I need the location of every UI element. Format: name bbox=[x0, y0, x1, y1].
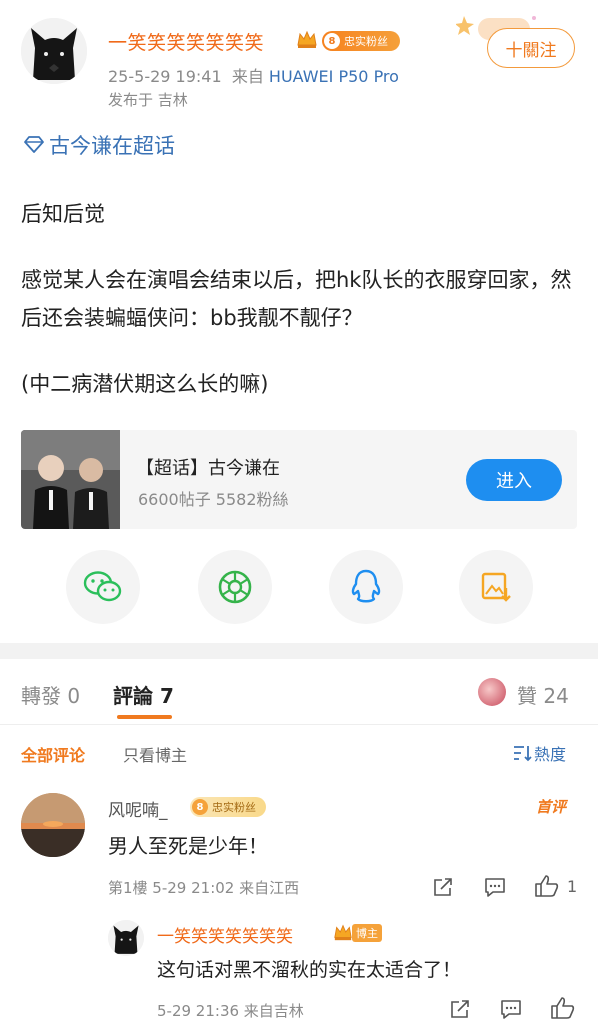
reply-author-name[interactable]: 一笑笑笑笑笑笑笑 bbox=[157, 922, 293, 947]
comment-like-count: 1 bbox=[567, 877, 578, 896]
comment-icon bbox=[501, 1000, 521, 1019]
section-separator bbox=[0, 643, 598, 659]
qq-icon bbox=[351, 569, 381, 603]
share-wechat-button[interactable] bbox=[66, 550, 140, 624]
topic-tag-label: 古今谦在超话 bbox=[49, 134, 175, 158]
reply-comment-button[interactable] bbox=[498, 996, 524, 1022]
reply-like-button[interactable] bbox=[550, 995, 576, 1021]
interaction-tabs: 轉發 0 評論 7 贊 24 bbox=[0, 659, 598, 725]
reply-text: 这句话对黑不溜秋的实在太适合了！ bbox=[157, 959, 462, 981]
thumbs-up-icon bbox=[535, 875, 559, 897]
liker-avatar[interactable] bbox=[478, 678, 506, 706]
crown-icon bbox=[297, 30, 317, 48]
share-out-icon bbox=[451, 1000, 469, 1018]
follow-button[interactable]: 十關注 bbox=[487, 28, 575, 68]
fan-badge[interactable]: 8 忠实粉丝 bbox=[322, 31, 400, 51]
topic-card-title: 【超话】古今谦在 bbox=[136, 458, 280, 479]
post-header: 一笑笑笑笑笑笑笑 8 忠实粉丝 25-5-29 19:41 来自 HUAWEI … bbox=[0, 0, 598, 118]
reply-share-button[interactable] bbox=[447, 996, 473, 1022]
sort-button[interactable]: 熱度 bbox=[512, 741, 566, 765]
enter-button[interactable]: 进入 bbox=[466, 459, 562, 501]
share-row bbox=[66, 550, 536, 624]
moments-icon bbox=[218, 570, 252, 604]
share-out-icon bbox=[434, 878, 452, 896]
fan-badge-label: 忠实粉丝 bbox=[344, 35, 388, 48]
commenter-name[interactable]: 风呢喃_ bbox=[108, 796, 168, 821]
filter-owner-only[interactable]: 只看博主 bbox=[123, 742, 187, 766]
device-link[interactable]: HUAWEI P50 Pro bbox=[269, 67, 399, 86]
topic-card-stats: 6600帖子 5582粉絲 bbox=[138, 490, 289, 509]
source-prefix: 来自 bbox=[231, 67, 264, 86]
sort-icon bbox=[514, 746, 532, 762]
sort-label: 熱度 bbox=[534, 745, 567, 764]
commenter-fan-level: 8 bbox=[192, 799, 208, 815]
thumbs-up-icon bbox=[551, 997, 575, 1019]
comment-share-button[interactable] bbox=[430, 874, 456, 900]
save-image-icon bbox=[481, 572, 511, 602]
post-paragraph: 感觉某人会在演唱会结束以后，把hk队长的衣服穿回家，然后还会装蝙蝠侠问：bb我靓… bbox=[21, 268, 572, 330]
save-image-button[interactable] bbox=[459, 550, 533, 624]
post-time: 25-5-29 19:41 bbox=[108, 67, 222, 86]
fan-level: 8 bbox=[324, 33, 340, 49]
crown-icon bbox=[334, 924, 352, 941]
comment-like-button[interactable] bbox=[534, 873, 560, 899]
owner-badge: 博主 bbox=[352, 924, 382, 942]
post-location: 发布于 吉林 bbox=[108, 91, 188, 109]
tab-repost[interactable]: 轉發 0 bbox=[21, 680, 80, 709]
diamond-icon bbox=[24, 136, 44, 153]
topic-thumbnail bbox=[21, 430, 120, 529]
comment-text: 男人至死是少年！ bbox=[108, 834, 268, 858]
topic-tag-link[interactable]: 古今谦在超话 bbox=[23, 130, 175, 160]
share-qq-button[interactable] bbox=[329, 550, 403, 624]
post-body: 后知后觉 感觉某人会在演唱会结束以后，把hk队长的衣服穿回家，然后还会装蝙蝠侠问… bbox=[21, 195, 581, 403]
tab-likes[interactable]: 贊 24 bbox=[517, 680, 569, 709]
first-comment-badge: 首评 bbox=[536, 798, 567, 816]
post-paragraph: 后知后觉 bbox=[21, 202, 105, 226]
comment-icon bbox=[485, 878, 505, 897]
commenter-fan-badge[interactable]: 8 忠实粉丝 bbox=[190, 797, 266, 817]
tab-comments[interactable]: 評論 7 bbox=[113, 680, 174, 709]
share-moments-button[interactable] bbox=[198, 550, 272, 624]
filter-all-comments[interactable]: 全部评论 bbox=[21, 742, 85, 766]
post-paragraph: (中二病潜伏期这么长的嘛) bbox=[21, 372, 269, 396]
wechat-icon bbox=[83, 571, 122, 602]
author-avatar[interactable] bbox=[21, 18, 87, 84]
super-topic-card[interactable]: 【超话】古今谦在 6600帖子 5582粉絲 进入 bbox=[21, 430, 577, 529]
author-name[interactable]: 一笑笑笑笑笑笑笑 bbox=[108, 28, 264, 55]
active-tab-indicator bbox=[117, 715, 172, 719]
commenter-avatar[interactable] bbox=[21, 793, 85, 857]
commenter-fan-label: 忠实粉丝 bbox=[212, 801, 256, 814]
post-meta: 25-5-29 19:41 来自 HUAWEI P50 Pro bbox=[108, 63, 399, 87]
comment-meta: 第1樓 5-29 21:02 来自江西 bbox=[108, 879, 300, 897]
reply-meta: 5-29 21:36 来自吉林 bbox=[157, 1002, 304, 1020]
reply-author-avatar[interactable] bbox=[108, 920, 144, 956]
comment-reply-button[interactable] bbox=[482, 874, 508, 900]
